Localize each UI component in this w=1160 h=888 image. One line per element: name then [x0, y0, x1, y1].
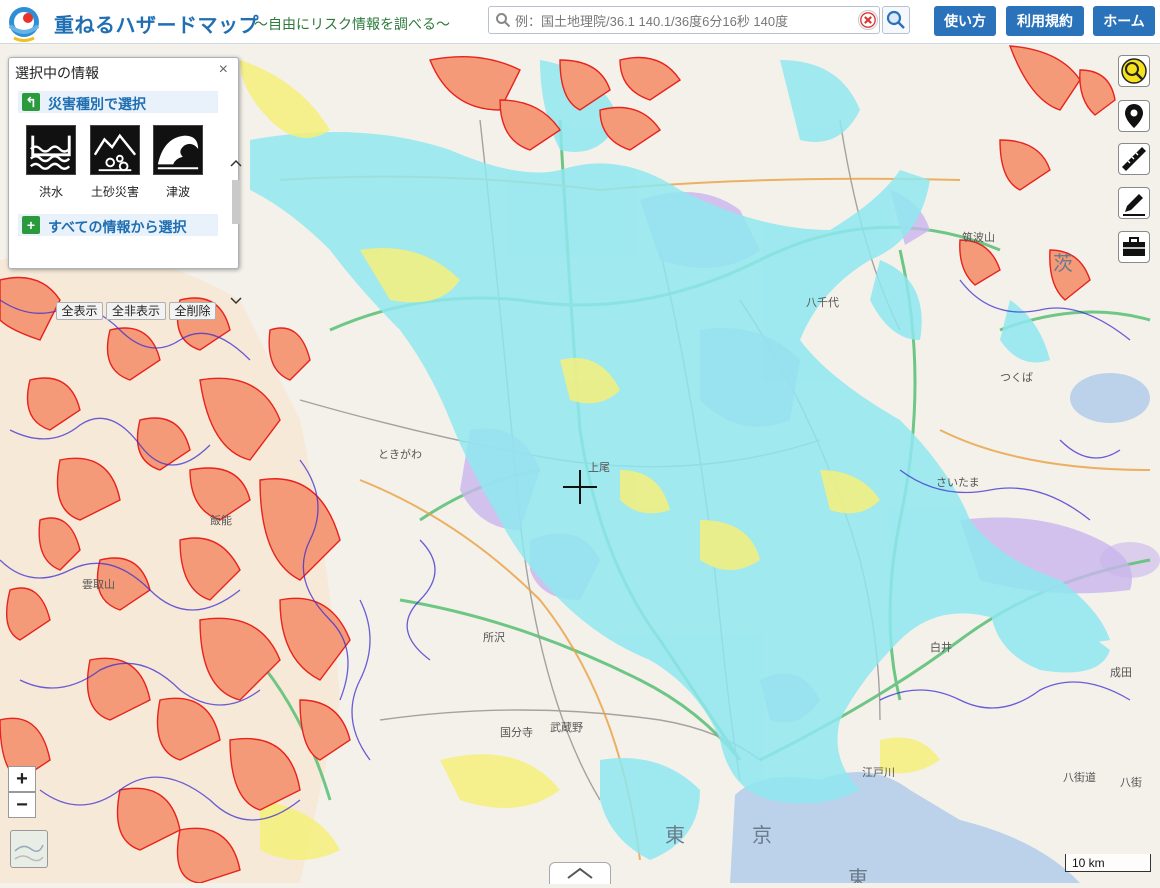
toolbox-tool[interactable]: [1118, 231, 1150, 263]
zoom-in-button[interactable]: +: [8, 766, 36, 792]
hazard-landslide[interactable]: 土砂災害: [89, 125, 141, 200]
map-label: 東: [665, 825, 685, 847]
hazard-icon: [1121, 58, 1147, 84]
search-button[interactable]: [882, 6, 910, 34]
zoom-out-button[interactable]: −: [8, 792, 36, 818]
search-input[interactable]: [513, 10, 847, 32]
home-button[interactable]: ホーム: [1093, 6, 1155, 36]
hazard-label: 洪水: [38, 185, 63, 199]
section-by-type[interactable]: ↰ 災害種別で選択: [18, 91, 218, 113]
flood-icon: [26, 125, 76, 175]
map-scale: 10 km: [1065, 854, 1151, 872]
map-label: 八千代: [806, 297, 839, 309]
hazard-label: 土砂災害: [90, 185, 139, 199]
panel-title: 選択中の情報: [15, 65, 99, 81]
panel-close-button[interactable]: ×: [219, 61, 228, 79]
map-label: さいたま: [936, 477, 980, 489]
map-label: 雲取山: [82, 579, 115, 591]
hazard-tsunami[interactable]: 津波: [152, 125, 204, 200]
return-arrow-icon: ↰: [22, 93, 40, 111]
hide-all-button[interactable]: 全非表示: [106, 302, 166, 320]
section-all-label: すべての情報から選択: [48, 219, 187, 235]
draw-tool[interactable]: [1118, 187, 1150, 219]
plus-icon: +: [22, 216, 40, 234]
search-icon: [886, 10, 905, 29]
map-label: 東: [848, 868, 868, 883]
delete-all-button[interactable]: 全削除: [169, 302, 216, 320]
map-label: 江戸川: [862, 767, 895, 779]
selected-info-panel: 選択中の情報 × ↰ 災害種別で選択 洪水 土砂災害 津波 + すべての情報から…: [8, 57, 242, 320]
map-label: つくば: [1000, 372, 1033, 384]
map-label: 筑波山: [962, 232, 995, 244]
map-label: 所沢: [483, 632, 505, 644]
show-all-button[interactable]: 全表示: [56, 302, 103, 320]
section-by-type-label: 災害種別で選択: [48, 96, 146, 112]
ruler-icon: [1122, 147, 1146, 171]
pencil-icon: [1123, 194, 1145, 216]
chevron-up-icon: [567, 867, 593, 879]
map-label: 八街道: [1063, 772, 1096, 784]
location-tool[interactable]: [1118, 100, 1150, 132]
bottom-panel-toggle[interactable]: [549, 862, 611, 884]
map-label: ときがわ: [378, 449, 422, 461]
toolbox-icon: [1123, 237, 1145, 256]
pin-icon: [1125, 104, 1143, 128]
hazard-flood[interactable]: 洪水: [25, 125, 77, 200]
header: 重ねるハザードマップ ～自由にリスク情報を調べる～ 使い方 利用規約 ホーム: [0, 0, 1160, 44]
clear-search-icon[interactable]: [858, 10, 878, 30]
tsunami-icon: [153, 125, 203, 175]
search-box: [488, 6, 880, 34]
map-label: 白井: [930, 642, 952, 654]
hazard-label: 津波: [165, 185, 190, 199]
map-label: 国分寺: [500, 727, 533, 739]
basemap-layer-icon[interactable]: [10, 830, 48, 868]
map-label: 茨: [1053, 253, 1073, 275]
app-logo-icon[interactable]: [4, 4, 44, 44]
map-label: 武蔵野: [550, 722, 583, 734]
map-center-crosshair: [563, 470, 597, 504]
measure-tool[interactable]: [1118, 143, 1150, 175]
landslide-icon: [90, 125, 140, 175]
map-label: 京: [752, 825, 772, 847]
terms-button[interactable]: 利用規約: [1006, 6, 1084, 36]
howto-button[interactable]: 使い方: [934, 6, 996, 36]
map-label: 八街: [1120, 777, 1142, 789]
app-title: 重ねるハザードマップ: [54, 15, 259, 37]
map-label: 成田: [1110, 667, 1132, 679]
map-label: 飯能: [210, 515, 232, 527]
panel-scrollbar[interactable]: [229, 158, 243, 306]
search-icon: [496, 13, 511, 28]
section-all[interactable]: + すべての情報から選択: [18, 214, 218, 236]
hazard-search-tool[interactable]: [1118, 55, 1150, 87]
app-subtitle: ～自由にリスク情報を調べる～: [254, 16, 450, 32]
